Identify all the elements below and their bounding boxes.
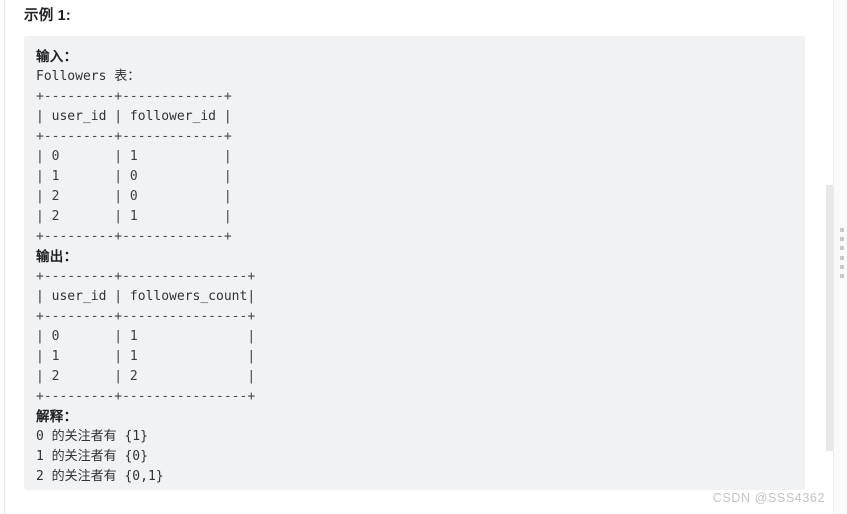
output-table-header: | user_id | followers_count| [36, 289, 256, 304]
input-table-row: | 0 | 1 | [36, 149, 232, 164]
input-table-row: | 2 | 0 | [36, 189, 232, 204]
output-label: 输出： [36, 249, 78, 264]
input-table-rule-mid: +---------+-------------+ [36, 129, 232, 144]
explanation-label: 解释： [36, 409, 78, 424]
output-table-row: | 1 | 1 | [36, 349, 256, 364]
output-table-rule-top: +---------+----------------+ [36, 269, 256, 284]
csdn-watermark: CSDN @SSS4362 [712, 491, 825, 505]
input-table-rule-bottom: +---------+-------------+ [36, 229, 232, 244]
input-table-header: | user_id | follower_id | [36, 109, 232, 124]
scrollbar-grip-icon[interactable] [840, 228, 844, 278]
output-table-row: | 0 | 1 | [36, 329, 256, 344]
explanation-line: 2 的关注者有 {0,1} [36, 469, 164, 484]
output-table-row: | 2 | 2 | [36, 369, 256, 384]
example-code-block: 输入： Followers 表： +---------+------------… [24, 36, 805, 490]
input-label: 输入： [36, 49, 78, 64]
input-table-name: Followers 表： [36, 69, 141, 84]
output-table-rule-mid: +---------+----------------+ [36, 309, 256, 324]
output-table-rule-bottom: +---------+----------------+ [36, 389, 256, 404]
page-scrollbar-thumb[interactable] [826, 185, 833, 451]
input-table-row: | 2 | 1 | [36, 209, 232, 224]
input-table-rule-top: +---------+-------------+ [36, 89, 232, 104]
page-title: 示例 1: [24, 8, 71, 24]
explanation-line: 1 的关注者有 {0} [36, 449, 148, 464]
explanation-line: 0 的关注者有 {1} [36, 429, 148, 444]
article-content: 示例 1: 输入： Followers 表： +---------+------… [0, 0, 820, 514]
input-table-row: | 1 | 0 | [36, 169, 232, 184]
